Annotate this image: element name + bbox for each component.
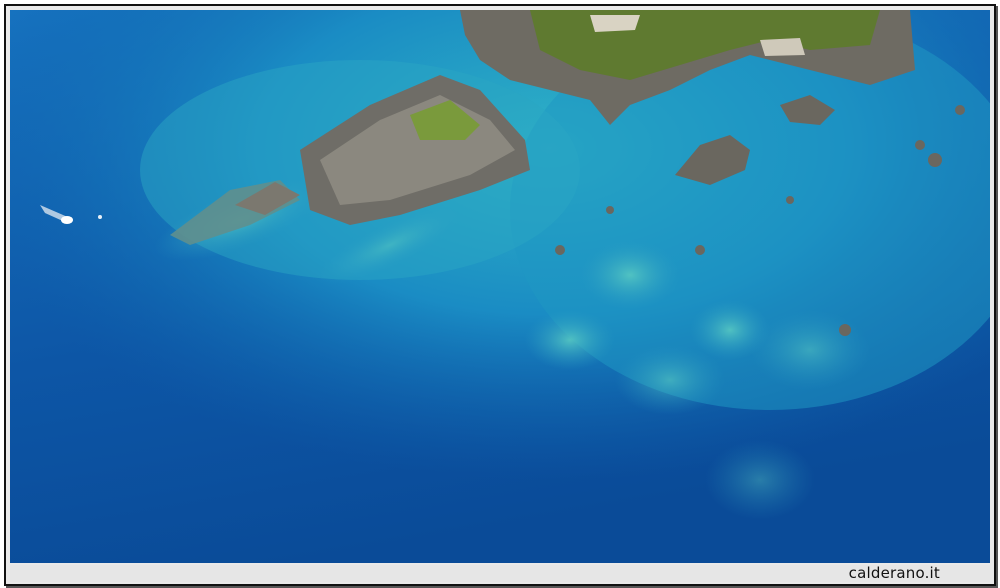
site-watermark: calderano.it [848, 564, 940, 582]
photo-frame: calderano.it [4, 4, 996, 586]
caption-bar: calderano.it [10, 564, 990, 582]
aerial-sea-scene [10, 10, 990, 563]
aerial-photo [10, 10, 990, 563]
